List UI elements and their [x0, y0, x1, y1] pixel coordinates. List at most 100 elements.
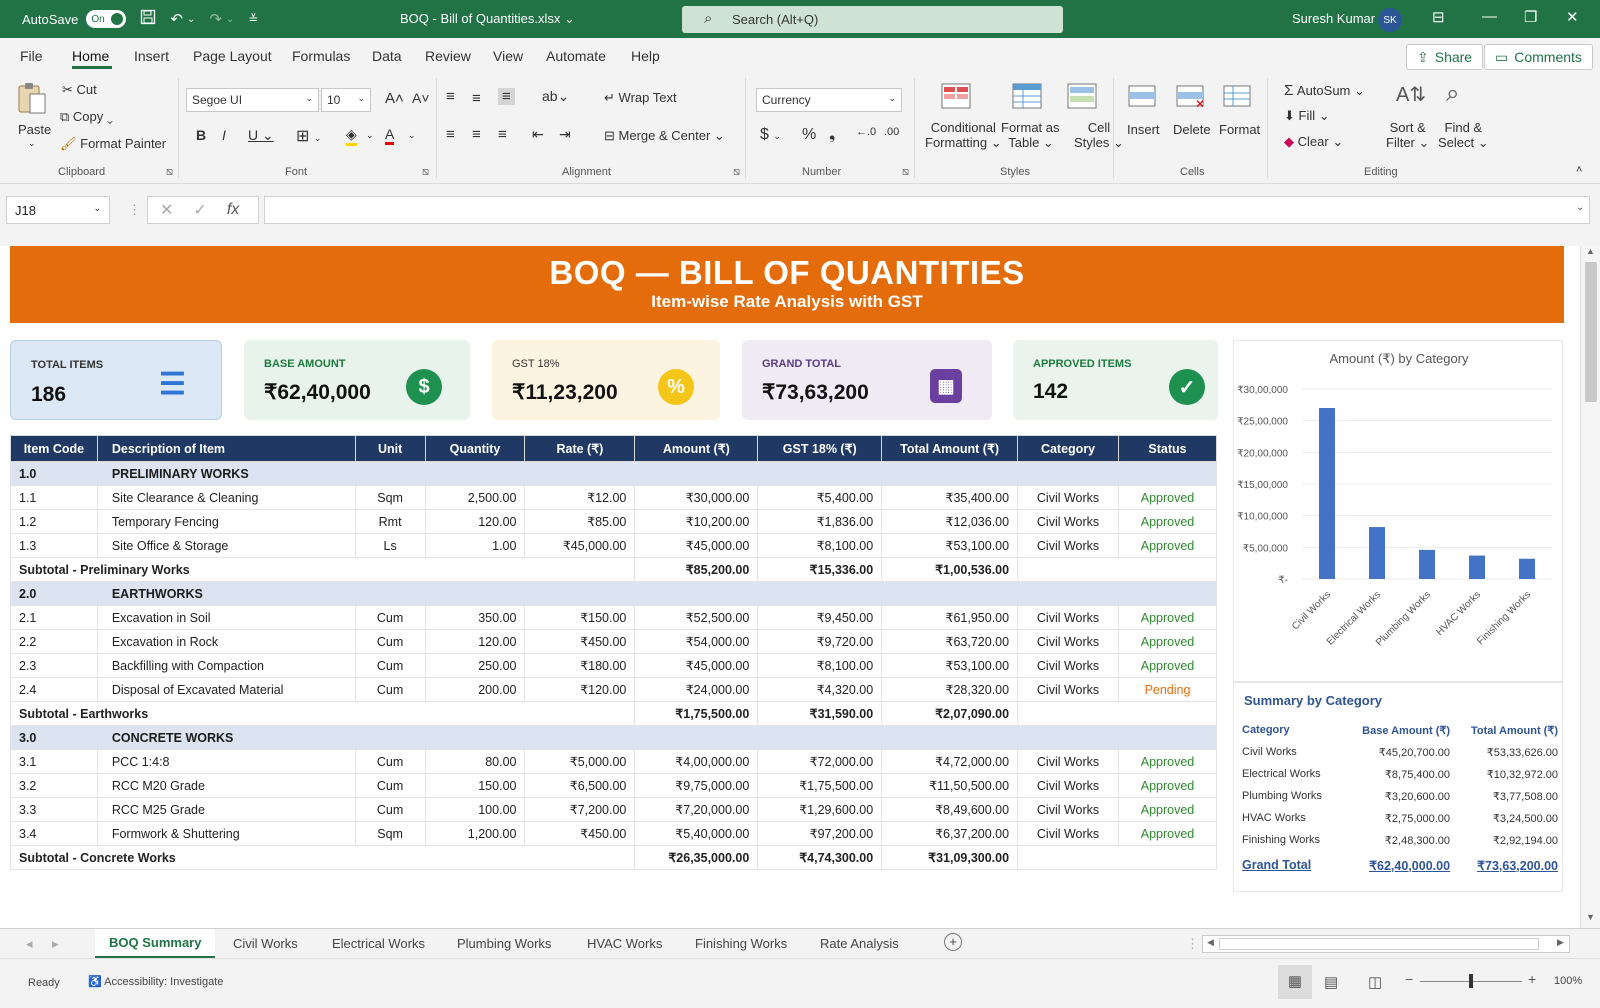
ribbon-display-icon[interactable]: ⊟ — [1432, 8, 1445, 26]
chart-bar[interactable] — [1519, 558, 1535, 579]
format-cells-button[interactable]: Format — [1219, 122, 1260, 137]
subtotal-total[interactable]: ₹1,00,536.00 — [881, 557, 1019, 582]
cancel-icon[interactable]: ✕ — [160, 200, 173, 220]
chart-bar[interactable] — [1319, 408, 1335, 579]
next-sheet-icon[interactable]: ▸ — [52, 936, 59, 952]
redo-icon[interactable]: ↷ — [209, 10, 222, 28]
item-rate[interactable]: ₹6,500.00 — [524, 773, 636, 798]
section-title[interactable]: CONCRETE WORKS — [96, 725, 1218, 750]
decrease-indent-icon[interactable]: ⇤ — [532, 126, 544, 143]
zoom-out-icon[interactable]: − — [1405, 971, 1413, 987]
item-gst[interactable]: ₹9,720.00 — [757, 629, 883, 654]
item-category[interactable]: Civil Works — [1017, 509, 1120, 534]
tabs-splitter-icon[interactable]: ⋮ — [1186, 936, 1199, 952]
item-amount[interactable]: ₹45,000.00 — [634, 653, 759, 678]
conditional-formatting-button[interactable]: Conditional Formatting ⌄ — [925, 120, 1002, 151]
item-unit[interactable]: Ls — [354, 533, 426, 558]
increase-indent-icon[interactable]: ⇥ — [559, 126, 571, 143]
item-gst[interactable]: ₹8,100.00 — [757, 533, 883, 558]
item-quantity[interactable]: 100.00 — [424, 797, 526, 822]
item-rate[interactable]: ₹45,000.00 — [524, 533, 636, 558]
sort-filter-button[interactable]: Sort & Filter ⌄ — [1386, 120, 1429, 151]
subtotal-gst[interactable]: ₹15,336.00 — [757, 557, 883, 582]
item-category[interactable]: Civil Works — [1017, 821, 1120, 846]
zoom-slider-handle[interactable] — [1469, 974, 1473, 988]
align-left-icon[interactable]: ≡ — [446, 126, 455, 143]
subtotal-gst[interactable]: ₹4,74,300.00 — [757, 845, 883, 870]
autosave-toggle[interactable]: On — [86, 10, 127, 28]
item-total[interactable]: ₹12,036.00 — [881, 509, 1019, 534]
paste-button[interactable]: Paste — [18, 122, 51, 137]
sheet-tab-civil-works[interactable]: Civil Works — [233, 936, 298, 951]
item-amount[interactable]: ₹10,200.00 — [634, 509, 759, 534]
item-total[interactable]: ₹61,950.00 — [881, 605, 1019, 630]
item-unit[interactable]: Cum — [354, 629, 426, 654]
item-unit[interactable]: Rmt — [354, 509, 426, 534]
scroll-down-icon[interactable]: ▼ — [1586, 912, 1595, 922]
item-quantity[interactable]: 1,200.00 — [424, 821, 526, 846]
item-description[interactable]: Backfilling with Compaction — [96, 653, 356, 678]
column-header[interactable]: Status — [1118, 435, 1217, 462]
percent-icon[interactable]: % — [802, 126, 816, 144]
item-code[interactable]: 3.1 — [10, 749, 98, 774]
decrease-decimal-icon[interactable]: .00 — [884, 126, 899, 138]
item-amount[interactable]: ₹45,000.00 — [634, 533, 759, 558]
category-chart[interactable]: Amount (₹) by Category ₹30,00,000 ₹25,00,… — [1233, 340, 1563, 682]
item-gst[interactable]: ₹1,29,600.00 — [757, 797, 883, 822]
item-quantity[interactable]: 2,500.00 — [424, 485, 526, 510]
document-title[interactable]: BOQ - Bill of Quantities.xlsx ⌄ — [400, 11, 575, 27]
item-gst[interactable]: ₹5,400.00 — [757, 485, 883, 510]
item-category[interactable]: Civil Works — [1017, 773, 1120, 798]
section-code[interactable]: 1.0 — [10, 461, 98, 486]
format-as-table-icon[interactable] — [1012, 82, 1044, 112]
item-unit[interactable]: Sqm — [354, 485, 426, 510]
item-total[interactable]: ₹4,72,000.00 — [881, 749, 1019, 774]
item-gst[interactable]: ₹97,200.00 — [757, 821, 883, 846]
customize-toolbar-icon[interactable]: ≚ — [248, 12, 258, 26]
item-description[interactable]: Formwork & Shuttering — [96, 821, 356, 846]
orientation-icon[interactable]: ab⌄ — [542, 88, 569, 105]
section-title[interactable]: EARTHWORKS — [96, 581, 1218, 606]
normal-view-icon[interactable]: ▦ — [1278, 965, 1312, 999]
comments-button[interactable]: ▭ Comments — [1484, 44, 1593, 70]
tab-review[interactable]: Review — [425, 48, 471, 64]
item-quantity[interactable]: 120.00 — [424, 629, 526, 654]
item-gst[interactable]: ₹4,320.00 — [757, 677, 883, 702]
comma-style-icon[interactable]: ❟ — [829, 126, 835, 144]
item-code[interactable]: 1.3 — [10, 533, 98, 558]
item-total[interactable]: ₹8,49,600.00 — [881, 797, 1019, 822]
table-cell[interactable] — [1017, 701, 1217, 726]
subtotal-amount[interactable]: ₹1,75,500.00 — [634, 701, 759, 726]
item-amount[interactable]: ₹4,00,000.00 — [634, 749, 759, 774]
accessibility-button[interactable]: ♿ Accessibility: Investigate — [88, 975, 223, 988]
align-top-icon[interactable]: ≡ — [446, 88, 455, 105]
page-break-view-icon[interactable]: ◫ — [1368, 973, 1382, 991]
column-header[interactable]: Total Amount (₹) — [881, 435, 1019, 462]
tab-view[interactable]: View — [493, 48, 523, 64]
item-total[interactable]: ₹53,100.00 — [881, 653, 1019, 678]
number-launcher-icon[interactable]: ⧅ — [902, 166, 909, 179]
fill-button[interactable]: ⬇ Fill ⌄ — [1284, 108, 1330, 124]
chart-bar[interactable] — [1469, 555, 1485, 579]
item-category[interactable]: Civil Works — [1017, 749, 1120, 774]
sheet-tab-electrical-works[interactable]: Electrical Works — [332, 936, 425, 951]
tab-data[interactable]: Data — [372, 48, 402, 64]
subtotal-amount[interactable]: ₹26,35,000.00 — [634, 845, 759, 870]
sheet-tab-plumbing-works[interactable]: Plumbing Works — [457, 936, 551, 951]
clipboard-launcher-icon[interactable]: ⧅ — [166, 166, 173, 179]
item-amount[interactable]: ₹54,000.00 — [634, 629, 759, 654]
cell-styles-button[interactable]: Cell Styles ⌄ — [1074, 120, 1124, 151]
search-input[interactable]: ⌕ Search (Alt+Q) — [682, 6, 1063, 33]
tab-automate[interactable]: Automate — [546, 48, 606, 64]
column-header[interactable]: Quantity — [424, 435, 526, 462]
status-badge[interactable]: Approved — [1118, 821, 1217, 846]
wrap-text-button[interactable]: ↵ Wrap Text — [604, 90, 677, 106]
currency-icon[interactable]: $ ⌄ — [760, 126, 781, 144]
item-unit[interactable]: Cum — [354, 653, 426, 678]
column-header[interactable]: GST 18% (₹) — [757, 435, 883, 462]
tab-insert[interactable]: Insert — [134, 48, 169, 64]
scroll-thumb[interactable] — [1585, 262, 1597, 402]
horizontal-scrollbar[interactable]: ◀ ▶ — [1202, 935, 1570, 953]
item-gst[interactable]: ₹1,75,500.00 — [757, 773, 883, 798]
subtotal-amount[interactable]: ₹85,200.00 — [634, 557, 759, 582]
